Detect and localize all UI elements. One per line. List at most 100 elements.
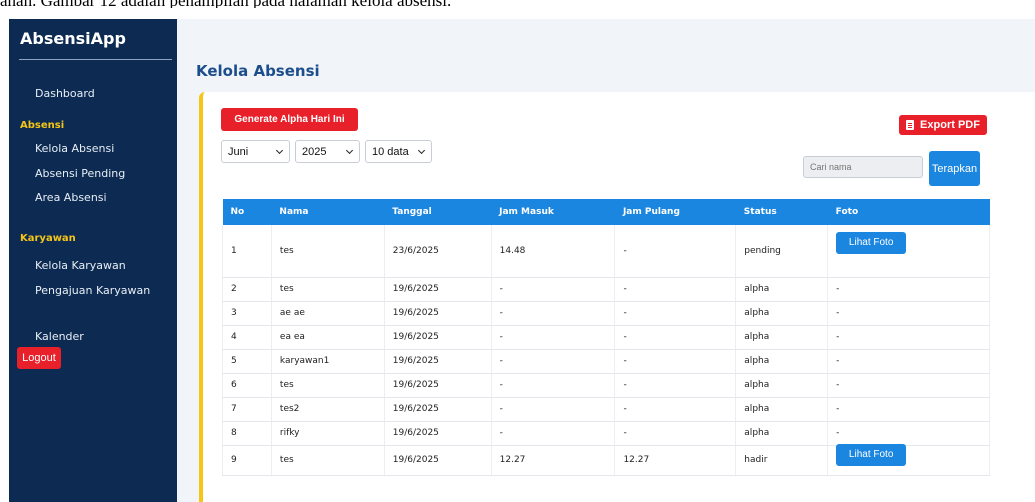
per-page-select[interactable]: 10 data [365,140,432,163]
search-name-input[interactable] [803,156,923,178]
table-row: 4 ea ea 19/6/2025 - - alpha - [222,325,990,350]
table-row: 8 rifky 19/6/2025 - - alpha - [222,421,990,446]
chevron-down-icon [417,146,426,155]
chevron-down-icon [345,146,354,155]
cell-tanggal: 19/6/2025 [384,445,492,476]
cell-jam-masuk: - [491,421,616,446]
pdf-file-icon [906,120,915,130]
cell-foto: - [827,349,990,374]
cell-nama: tes [271,225,385,278]
sidebar-item-kalender[interactable]: Kalender [35,330,84,343]
cell-no: 9 [222,445,272,476]
cell-jam-pulang: - [614,421,737,446]
cell-foto: - [827,325,990,350]
cell-tanggal: 19/6/2025 [384,397,492,422]
cell-jam-pulang: - [614,325,737,350]
column-header-jam-masuk: Jam Masuk [499,207,554,217]
column-header-nama: Nama [279,207,309,217]
cell-status: alpha [735,349,829,374]
cell-status: alpha [735,373,829,398]
logout-button[interactable]: Logout [17,347,61,369]
cell-no: 8 [222,421,272,446]
cell-jam-masuk: - [491,397,616,422]
sidebar-section-absensi: Absensi [20,120,65,131]
cell-jam-pulang: 12.27 [614,445,737,476]
cell-status: alpha [735,421,829,446]
cell-status: alpha [735,325,829,350]
sidebar-item-pengajuan-karyawan[interactable]: Pengajuan Karyawan [35,284,150,297]
cell-foto: - [827,277,990,302]
cell-jam-pulang: - [614,277,737,302]
view-photo-button[interactable]: Lihat Foto [836,231,907,254]
export-pdf-button[interactable]: Export PDF [899,115,987,135]
month-select-value: Juni [228,145,249,158]
cell-jam-masuk: - [491,301,616,326]
cell-status: hadir [735,445,829,476]
apply-filter-button[interactable]: Terapkan [929,151,980,186]
cell-nama: ae ae [271,301,385,326]
cell-status: alpha [735,397,829,422]
column-header-status: Status [743,207,777,217]
cell-foto: Lihat Foto [827,225,990,278]
table-row: 6 tes 19/6/2025 - - alpha - [222,373,990,398]
column-header-jam-pulang: Jam Pulang [622,207,680,217]
cell-foto: - [827,373,990,398]
table-row: 1 tes 23/6/2025 14.48 - pending Lihat Fo… [222,225,990,278]
page-title: Kelola Absensi [196,62,320,80]
cell-foto: - [827,301,990,326]
cell-no: 6 [222,373,272,398]
table-row: 3 ae ae 19/6/2025 - - alpha - [222,301,990,326]
attendance-table: No Nama Tanggal Jam Masuk Jam Pulang Sta… [222,199,990,476]
sidebar-item-kelola-absensi[interactable]: Kelola Absensi [35,142,114,155]
cell-foto: - [827,421,990,446]
cell-nama: tes [271,445,385,476]
cell-jam-pulang: - [614,373,737,398]
cell-tanggal: 23/6/2025 [384,225,492,278]
sidebar-item-dashboard[interactable]: Dashboard [35,87,95,100]
year-select-value: 2025 [302,145,327,158]
cell-jam-pulang: - [614,301,737,326]
sidebar-section-karyawan: Karyawan [20,233,76,244]
cell-tanggal: 19/6/2025 [384,325,492,350]
cell-tanggal: 19/6/2025 [384,301,492,326]
cell-no: 5 [222,349,272,374]
cell-tanggal: 19/6/2025 [384,277,492,302]
cell-nama: ea ea [271,325,385,350]
app-brand: AbsensiApp [20,29,126,48]
cell-jam-pulang: - [614,225,737,278]
table-row: 9 tes 19/6/2025 12.27 12.27 hadir Lihat … [222,444,990,476]
sidebar-item-area-absensi[interactable]: Area Absensi [35,191,107,204]
cell-nama: tes [271,373,385,398]
cell-no: 2 [222,277,272,302]
sidebar-divider [19,59,172,60]
cell-jam-pulang: - [614,397,737,422]
cell-jam-masuk: 12.27 [491,445,616,476]
cell-no: 7 [222,397,272,422]
cell-jam-masuk: - [491,325,616,350]
view-photo-button[interactable]: Lihat Foto [836,444,907,466]
cell-status: pending [735,225,829,278]
column-header-foto: Foto [835,207,859,217]
cell-foto: - [827,397,990,422]
sidebar-item-absensi-pending[interactable]: Absensi Pending [35,167,125,180]
cell-jam-masuk: - [491,277,616,302]
table-row: 2 tes 19/6/2025 - - alpha - [222,277,990,302]
generate-alpha-button[interactable]: Generate Alpha Hari Ini [221,108,358,131]
cell-nama: karyawan1 [271,349,385,374]
cell-no: 3 [222,301,272,326]
cell-foto: Lihat Foto [827,444,990,476]
table-row: 7 tes2 19/6/2025 - - alpha - [222,397,990,422]
year-select[interactable]: 2025 [295,140,360,163]
month-select[interactable]: Juni [221,140,290,163]
cell-status: alpha [735,277,829,302]
cell-jam-pulang: - [614,349,737,374]
cell-no: 1 [222,225,272,278]
cell-tanggal: 19/6/2025 [384,421,492,446]
sidebar: AbsensiApp Dashboard Absensi Kelola Abse… [9,19,177,502]
column-header-no: No [230,207,245,217]
sidebar-item-kelola-karyawan[interactable]: Kelola Karyawan [35,259,126,272]
cell-jam-masuk: 14.48 [491,225,616,278]
table-header-row: No Nama Tanggal Jam Masuk Jam Pulang Sta… [222,199,990,225]
table-row: 5 karyawan1 19/6/2025 - - alpha - [222,349,990,374]
export-pdf-label: Export PDF [920,119,980,131]
